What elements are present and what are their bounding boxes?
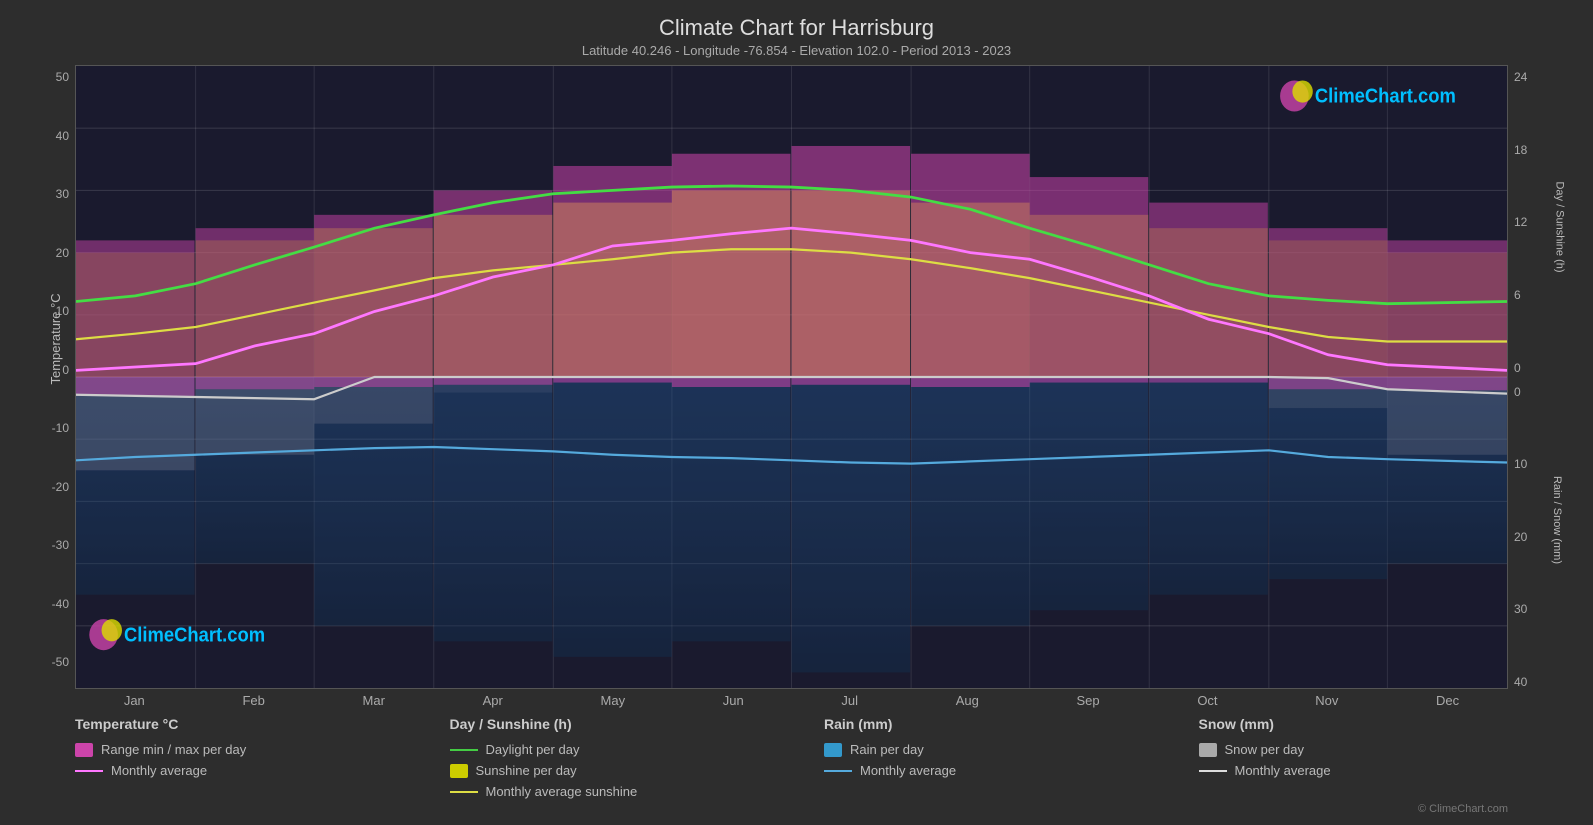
x-tick-dec: Dec (1436, 693, 1459, 708)
x-axis: Jan Feb Mar Apr May Jun Jul Aug Sep Oct … (75, 689, 1508, 708)
y-tick-n50: -50 (52, 655, 69, 669)
right-tick-0-rain: 0 (1514, 385, 1573, 399)
y-tick-30: 30 (56, 187, 69, 201)
legend-sunshine-avg: Monthly average sunshine (450, 784, 825, 799)
legend-rain-bar-label: Rain per day (850, 742, 924, 757)
main-container: Climate Chart for Harrisburg Latitude 40… (0, 0, 1593, 825)
right-tick-0-sunshine: 0 (1514, 361, 1573, 375)
right-tick-20: 20 (1514, 530, 1573, 544)
chart-svg: ClimeChart.com ClimeChart.com (76, 66, 1507, 688)
copyright: © ClimeChart.com (20, 803, 1508, 815)
legend-snow-title: Snow (mm) (1199, 716, 1574, 732)
legend-rain-title: Rain (mm) (824, 716, 1199, 732)
legend-line-daylight (450, 749, 478, 752)
right-tick-10: 10 (1514, 457, 1573, 471)
legend-rain-avg: Monthly average (824, 763, 1199, 778)
legend-col-rain: Rain (mm) Rain per day Monthly average (824, 716, 1199, 799)
right-tick-40: 40 (1514, 675, 1573, 689)
x-tick-mar: Mar (363, 693, 385, 708)
right-tick-6: 6 (1514, 288, 1573, 302)
legend-temp-avg: Monthly average (75, 763, 450, 778)
y-tick-40: 40 (56, 129, 69, 143)
legend-sunshine-title: Day / Sunshine (h) (450, 716, 825, 732)
legend-snow-avg-label: Monthly average (1235, 763, 1331, 778)
y-tick-n30: -30 (52, 538, 69, 552)
legend-daylight: Daylight per day (450, 742, 825, 757)
y-tick-50: 50 (56, 70, 69, 84)
legend-swatch-snow (1199, 743, 1217, 757)
y-tick-n20: -20 (52, 480, 69, 494)
legend-temp-range-label: Range min / max per day (101, 742, 246, 757)
chart-subtitle: Latitude 40.246 - Longitude -76.854 - El… (20, 43, 1573, 58)
legend-temp-avg-label: Monthly average (111, 763, 207, 778)
legend-sunshine-bar-label: Sunshine per day (476, 763, 577, 778)
right-tick-24: 24 (1514, 70, 1573, 84)
legend-line-rain-avg (824, 770, 852, 772)
y-tick-n40: -40 (52, 597, 69, 611)
right-label-sunshine: Day / Sunshine (h) (1553, 181, 1565, 272)
legend-swatch-temp-range (75, 743, 93, 757)
title-area: Climate Chart for Harrisburg Latitude 40… (20, 10, 1573, 60)
legend-sunshine-bar: Sunshine per day (450, 763, 825, 778)
y-tick-0: 0 (62, 363, 69, 377)
legend-rain-avg-label: Monthly average (860, 763, 956, 778)
legend-temp-range: Range min / max per day (75, 742, 450, 757)
legend-line-snow-avg (1199, 770, 1227, 772)
y-axis-left: Temperature °C 50 40 30 20 10 0 -10 -20 … (20, 65, 75, 689)
legend-col-snow: Snow (mm) Snow per day Monthly average (1199, 716, 1574, 799)
x-tick-oct: Oct (1197, 693, 1217, 708)
x-tick-aug: Aug (956, 693, 979, 708)
legend-rain-bar: Rain per day (824, 742, 1199, 757)
legend-sunshine-avg-label: Monthly average sunshine (486, 784, 638, 799)
x-tick-apr: Apr (483, 693, 503, 708)
y-tick-20: 20 (56, 246, 69, 260)
legend-temp-title: Temperature °C (75, 716, 450, 732)
svg-text:ClimeChart.com: ClimeChart.com (124, 625, 265, 647)
right-label-rain: Rain / Snow (mm) (1551, 476, 1563, 564)
legend-snow-bar-label: Snow per day (1225, 742, 1305, 757)
y-axis-left-label: Temperature °C (48, 293, 63, 384)
x-tick-sep: Sep (1077, 693, 1100, 708)
x-tick-nov: Nov (1315, 693, 1338, 708)
legend-swatch-rain (824, 743, 842, 757)
legend-daylight-label: Daylight per day (486, 742, 580, 757)
legend-snow-avg: Monthly average (1199, 763, 1574, 778)
x-tick-jul: Jul (841, 693, 858, 708)
legend-snow-bar: Snow per day (1199, 742, 1574, 757)
legend-col-sunshine: Day / Sunshine (h) Daylight per day Suns… (450, 716, 825, 799)
legend-swatch-sunshine (450, 764, 468, 778)
x-tick-jun: Jun (723, 693, 744, 708)
legend-col-temperature: Temperature °C Range min / max per day M… (75, 716, 450, 799)
x-tick-may: May (601, 693, 626, 708)
chart-area: ClimeChart.com ClimeChart.com (75, 65, 1508, 689)
x-tick-feb: Feb (242, 693, 264, 708)
legend-line-sunshine-avg (450, 791, 478, 793)
y-tick-n10: -10 (52, 421, 69, 435)
legend-line-temp-avg (75, 770, 103, 772)
chart-wrapper: Temperature °C 50 40 30 20 10 0 -10 -20 … (20, 65, 1573, 689)
svg-text:ClimeChart.com: ClimeChart.com (1315, 86, 1456, 108)
legend-area: Temperature °C Range min / max per day M… (20, 708, 1573, 799)
right-tick-18: 18 (1514, 143, 1573, 157)
x-tick-jan: Jan (124, 693, 145, 708)
chart-title: Climate Chart for Harrisburg (20, 15, 1573, 41)
right-tick-30: 30 (1514, 602, 1573, 616)
